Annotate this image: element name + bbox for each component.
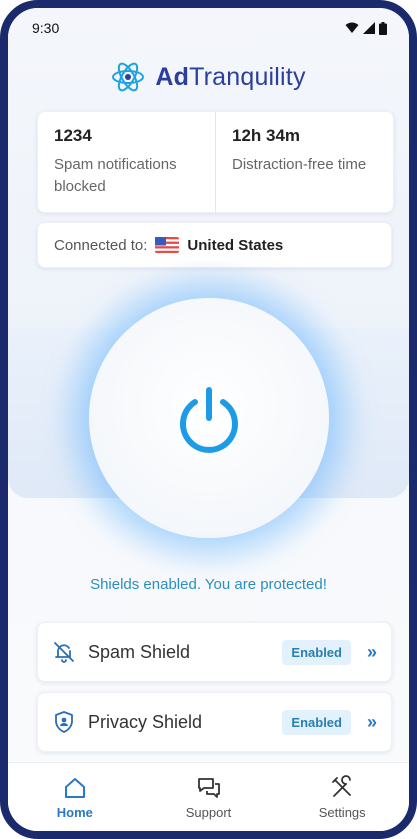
shield-label: Spam Shield <box>88 641 191 662</box>
brand-name-bold: Ad <box>155 62 190 91</box>
stat-label: Spam notifications blocked <box>54 156 177 195</box>
chat-icon <box>197 777 220 798</box>
stat-label: Distraction-free time <box>232 156 367 173</box>
stat-spam-blocked: 1234 Spam notifications blocked <box>38 112 215 212</box>
chevron-right-icon[interactable]: » <box>367 642 377 663</box>
power-button[interactable] <box>88 298 329 538</box>
status-badge: Enabled <box>282 709 351 735</box>
chevron-right-icon[interactable]: » <box>367 712 377 733</box>
hero-area <box>8 258 409 578</box>
bottom-nav: Home Support Settings <box>8 762 409 831</box>
status-icons <box>345 21 387 35</box>
nav-label: Home <box>56 804 93 820</box>
nav-label: Settings <box>318 804 366 820</box>
stat-value: 1234 <box>54 126 92 145</box>
privacy-shield-row[interactable]: Privacy Shield Enabled » <box>37 692 392 752</box>
brand-header: AdTranquility <box>8 60 409 94</box>
protection-status: Shields enabled. You are protected! <box>90 576 327 593</box>
bell-off-icon <box>54 642 74 663</box>
stat-distraction-free: 12h 34m Distraction-free time <box>215 112 393 212</box>
nav-label: Support <box>185 804 232 820</box>
atom-logo-icon <box>112 62 145 92</box>
us-flag-icon <box>155 237 180 253</box>
spam-shield-row[interactable]: Spam Shield Enabled » <box>37 622 392 682</box>
nav-item-home[interactable]: Home <box>8 763 142 831</box>
nav-item-support[interactable]: Support <box>142 763 276 831</box>
nav-item-settings[interactable]: Settings <box>275 763 409 831</box>
privacy-shield-icon <box>55 711 73 733</box>
signal-icon <box>363 22 375 34</box>
stat-value: 12h 34m <box>232 126 301 145</box>
connection-country: United States <box>187 236 284 254</box>
status-badge: Enabled <box>282 639 351 665</box>
battery-icon <box>379 21 387 35</box>
brand-name: AdTranquility <box>155 63 305 92</box>
tools-icon <box>332 774 352 797</box>
status-time: 9:30 <box>32 20 60 36</box>
home-icon <box>64 777 85 798</box>
phone-frame: 9:30 AdTranquility 1234 Spam notificatio… <box>0 0 417 839</box>
connection-prefix: Connected to: <box>54 236 148 254</box>
power-icon <box>179 387 238 453</box>
status-bar: 9:30 <box>8 8 409 48</box>
stats-card: 1234 Spam notifications blocked 12h 34m … <box>37 111 394 213</box>
brand-name-rest: Tranquility <box>189 62 306 91</box>
wifi-icon <box>345 22 359 33</box>
shield-label: Privacy Shield <box>88 711 203 732</box>
app-screen: 9:30 AdTranquility 1234 Spam notificatio… <box>8 8 409 831</box>
